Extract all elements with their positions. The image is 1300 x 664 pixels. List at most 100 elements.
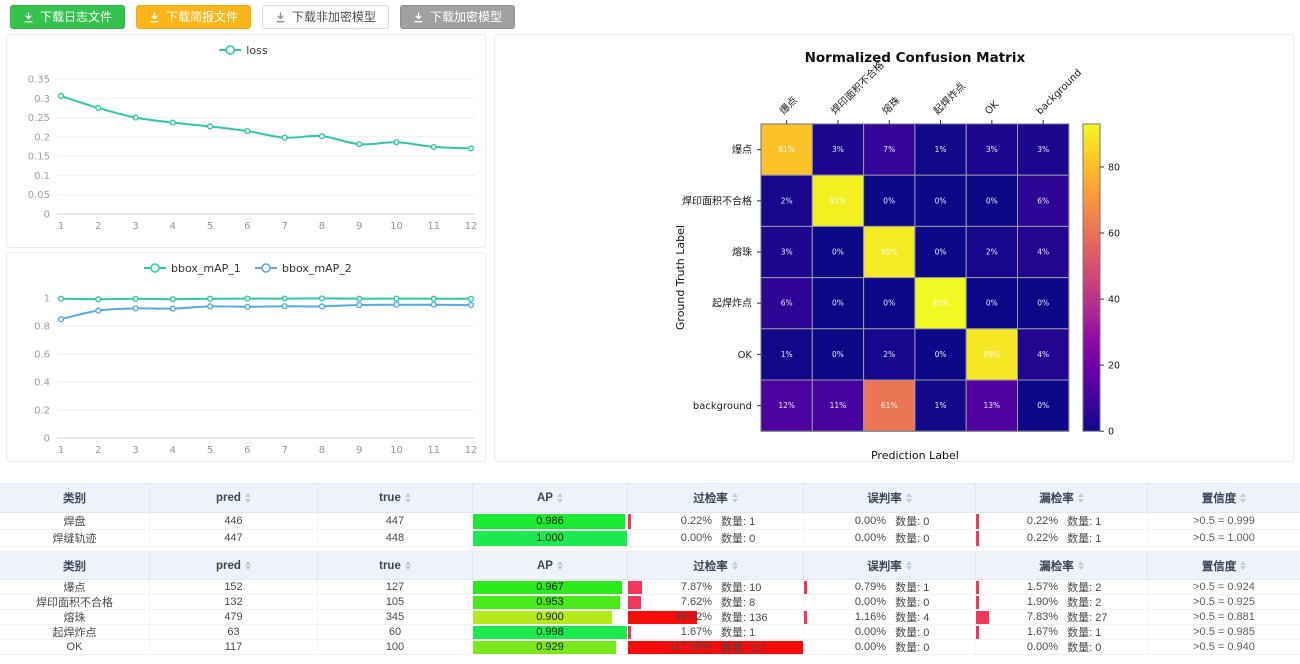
matrix-cell-value: 1%: [781, 350, 793, 359]
button-label: 下载简报文件: [166, 11, 238, 23]
cell-category: 焊缝轨迹: [0, 530, 150, 547]
ap-value: 0.998: [536, 626, 564, 638]
matrix-cell-value: 12%: [778, 401, 795, 410]
ap-value: 0.900: [536, 611, 564, 623]
column-header-confidence[interactable]: 置信度: [1148, 551, 1300, 580]
data-point: [282, 304, 287, 309]
column-header-misjudge-rate[interactable]: 误判率: [804, 551, 976, 580]
series-bbox_mAP_1: [59, 296, 474, 302]
x-axis-tick: 12: [465, 221, 478, 232]
cell-confidence: >0.5 = 1.000: [1148, 530, 1300, 547]
column-header-true[interactable]: true: [318, 551, 473, 580]
download-icon: [413, 12, 424, 23]
rate-percent: 0.00%: [628, 532, 712, 544]
column-header-miss-detect-rate[interactable]: 漏检率: [976, 483, 1148, 513]
sort-icon: [1240, 561, 1246, 571]
x-axis-label: 起焊炸点: [931, 80, 968, 117]
data-point: [96, 106, 101, 111]
rate-quantity: 数量: 10: [721, 580, 803, 595]
legend-item-loss[interactable]: loss: [219, 44, 268, 57]
cell-pred: 446: [150, 513, 318, 530]
column-header-label: 过检率: [693, 558, 728, 574]
column-header-label: AP: [537, 492, 553, 504]
rate-quantity: 数量: 1: [1067, 625, 1147, 640]
rate-quantity: 数量: 0: [895, 513, 975, 529]
matrix-cell-value: 11%: [830, 401, 847, 410]
download-icon: [149, 12, 160, 23]
cell-miss-detect-rate: 0.00%数量: 0: [976, 640, 1148, 655]
table-row: 熔珠4793450.90039.42%数量: 1361.16%数量: 47.83…: [0, 610, 1300, 625]
download-encrypted-model-button[interactable]: 下载加密模型: [400, 5, 515, 29]
rate-quantity: 数量: 1: [721, 513, 803, 529]
y-axis-label: 起焊炸点: [712, 298, 752, 310]
matrix-cell-value: 0%: [1037, 401, 1049, 410]
matrix-cell-value: 6%: [781, 299, 793, 308]
cell-pred: 117: [150, 640, 318, 655]
sort-icon: [557, 561, 563, 571]
sort-icon: [557, 493, 563, 503]
matrix-cell-value: 61%: [881, 401, 898, 410]
x-axis-tick: 1: [58, 445, 64, 456]
data-point: [469, 303, 474, 308]
table-row: 焊盘4464470.9860.22%数量: 10.00%数量: 00.22%数量…: [0, 513, 1300, 530]
rate-quantity: 数量: 1: [1067, 513, 1147, 529]
y-axis-tick: 0.2: [34, 132, 50, 143]
toolbar: 下载日志文件 下载简报文件 下载非加密模型 下载加密模型: [10, 4, 515, 30]
rate-quantity: 数量: 0: [895, 595, 975, 610]
matrix-cell-value: 2%: [986, 248, 998, 257]
legend-item-bbox_mAP_2[interactable]: bbox_mAP_2: [255, 262, 352, 275]
download-log-button[interactable]: 下载日志文件: [10, 5, 125, 29]
column-header-over-detect-rate[interactable]: 过检率: [628, 483, 804, 513]
cell-miss-detect-rate: 0.22%数量: 1: [976, 513, 1148, 530]
sort-icon: [906, 561, 912, 571]
x-axis-label: 焊印面积不合格: [828, 58, 887, 117]
matrix-cell-value: 91%: [830, 196, 847, 205]
column-header-pred[interactable]: pred: [150, 551, 318, 580]
matrix-cell-value: 0%: [883, 196, 895, 205]
column-header-miss-detect-rate[interactable]: 漏检率: [976, 551, 1148, 580]
column-header-true[interactable]: true: [318, 483, 473, 513]
column-header-pred[interactable]: pred: [150, 483, 318, 513]
series-bbox_mAP_2: [59, 302, 474, 321]
x-axis-tick: 12: [465, 445, 478, 456]
column-header-confidence[interactable]: 置信度: [1148, 483, 1300, 513]
rate-percent: 0.00%: [804, 641, 886, 653]
x-axis-tick: 2: [95, 221, 101, 232]
data-point: [170, 297, 175, 302]
column-header-label: 过检率: [693, 490, 728, 506]
rate-quantity: 数量: 1: [721, 625, 803, 640]
column-header-ap[interactable]: AP: [473, 551, 628, 580]
rate-percent: 0.00%: [804, 515, 886, 527]
y-axis-tick: 0: [44, 210, 50, 221]
sort-icon: [1240, 493, 1246, 503]
rate-percent: 1.67%: [628, 626, 712, 638]
x-axis-label: OK: [983, 99, 1001, 117]
rate-quantity: 数量: 27: [1067, 610, 1147, 625]
data-point: [133, 115, 138, 120]
confidence-value: >0.5 = 0.985: [1193, 626, 1255, 638]
column-header-label: 类别: [63, 558, 86, 574]
x-axis-tick: 11: [427, 221, 440, 232]
y-axis-tick: 0.3: [34, 94, 50, 105]
column-header-over-detect-rate[interactable]: 过检率: [628, 551, 804, 580]
column-header-misjudge-rate[interactable]: 误判率: [804, 483, 976, 513]
data-point: [431, 302, 436, 307]
data-point: [245, 304, 250, 309]
column-header-ap[interactable]: AP: [473, 483, 628, 513]
download-unencrypted-model-button[interactable]: 下载非加密模型: [262, 5, 389, 29]
cell-miss-detect-rate: 1.67%数量: 1: [976, 625, 1148, 640]
download-report-button[interactable]: 下载简报文件: [136, 5, 251, 29]
matrix-cell-value: 89%: [984, 350, 1001, 359]
y-axis-tick: 0.05: [28, 190, 50, 201]
column-header-label: pred: [216, 492, 241, 504]
column-header-label: 漏检率: [1039, 490, 1074, 506]
cell-true: 127: [318, 580, 473, 595]
data-point: [357, 303, 362, 308]
legend-marker-icon: [226, 46, 234, 54]
matrix-cell-value: 0%: [832, 248, 844, 257]
cell-over-detect-rate: 7.62%数量: 8: [628, 595, 804, 610]
legend-item-bbox_mAP_1[interactable]: bbox_mAP_1: [144, 262, 241, 275]
rate-quantity: 数量: 0: [895, 640, 975, 655]
cell-pred: 479: [150, 610, 318, 625]
matrix-cell-value: 0%: [935, 196, 947, 205]
